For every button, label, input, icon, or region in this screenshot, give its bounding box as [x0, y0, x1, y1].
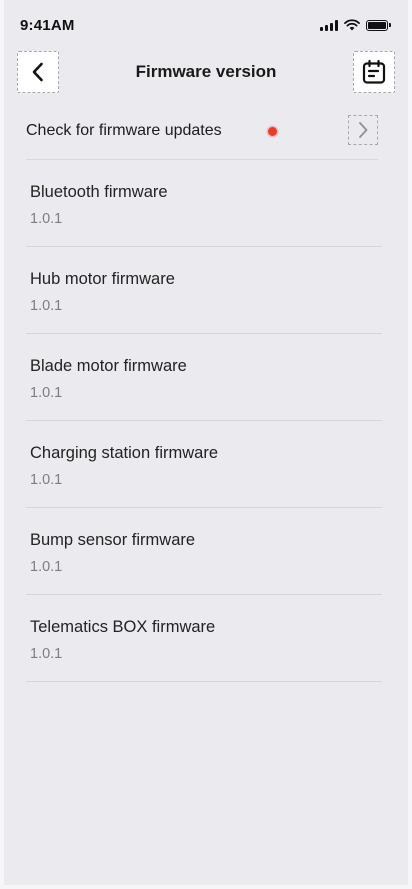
status-time: 9:41AM: [20, 17, 75, 34]
firmware-name: Hub motor firmware: [30, 270, 175, 288]
firmware-version: 1.0.1: [30, 385, 63, 401]
page-title: Firmware version: [135, 62, 277, 81]
calendar-notes-icon: [362, 59, 386, 84]
firmware-name: Blade motor firmware: [30, 357, 187, 375]
firmware-version: 1.0.1: [30, 211, 63, 227]
chevron-right-icon: [359, 122, 368, 138]
nav-header: Firmware version: [4, 50, 408, 94]
firmware-name: Bump sensor firmware: [30, 531, 196, 549]
firmware-version: 1.0.1: [30, 472, 63, 488]
firmware-item-bluetooth: Bluetooth firmware 1.0.1: [26, 160, 382, 247]
battery-icon: [366, 19, 391, 31]
firmware-version: 1.0.1: [30, 646, 63, 662]
firmware-version: 1.0.1: [30, 298, 63, 314]
firmware-item-charging-station: Charging station firmware 1.0.1: [26, 421, 382, 508]
firmware-version: 1.0.1: [30, 559, 63, 575]
check-updates-label: Check for firmware updates: [26, 122, 222, 139]
status-icons: [320, 19, 391, 31]
firmware-item-hub-motor: Hub motor firmware 1.0.1: [26, 247, 382, 334]
status-bar: 9:41AM: [4, 0, 408, 46]
calendar-button[interactable]: [353, 51, 395, 93]
firmware-item-blade-motor: Blade motor firmware 1.0.1: [26, 334, 382, 421]
check-updates-arrow-button[interactable]: [348, 115, 378, 145]
check-firmware-updates-row[interactable]: Check for firmware updates: [24, 112, 378, 152]
firmware-item-telematics-box: Telematics BOX firmware 1.0.1: [26, 595, 382, 682]
firmware-list: Bluetooth firmware 1.0.1 Hub motor firmw…: [26, 160, 382, 682]
update-available-dot: [268, 127, 277, 136]
firmware-version-screen: 9:41AM Firmware version Check for firmwa…: [0, 0, 412, 889]
cellular-signal-icon: [320, 19, 338, 31]
firmware-name: Bluetooth firmware: [30, 183, 168, 201]
firmware-name: Charging station firmware: [30, 444, 218, 462]
wifi-icon: [344, 19, 360, 31]
firmware-name: Telematics BOX firmware: [30, 618, 216, 636]
firmware-item-bump-sensor: Bump sensor firmware 1.0.1: [26, 508, 382, 595]
